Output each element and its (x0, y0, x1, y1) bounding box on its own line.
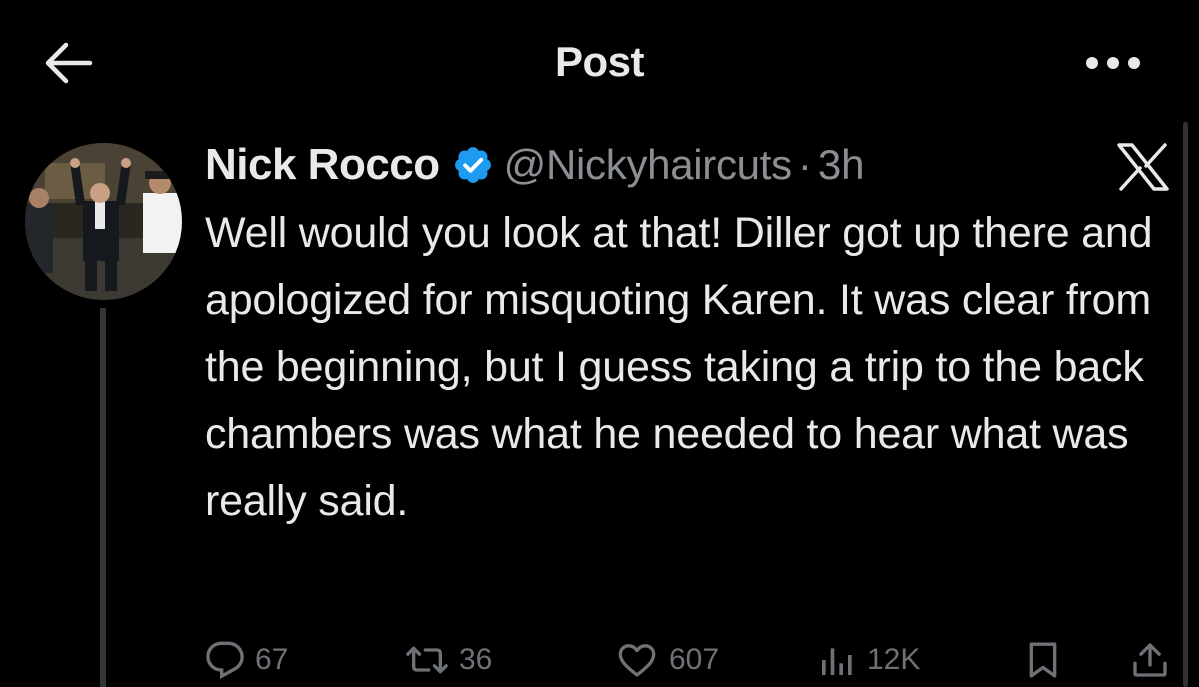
avatar-photo (25, 143, 182, 300)
tweet[interactable]: Nick Rocco @Nickyhaircuts · 3h Well woul… (205, 132, 1175, 535)
view-count: 12K (867, 643, 921, 676)
reply-icon (206, 641, 244, 679)
tweet-text: Well would you look at that! Diller got … (205, 209, 1153, 525)
post-screen: Post Nick Rocco @Nickyhaircuts · 3h Well… (0, 0, 1199, 687)
page-title: Post (554, 38, 645, 85)
like-count: 607 (669, 643, 720, 676)
heart-icon (618, 644, 656, 677)
bookmark-button[interactable] (1025, 633, 1061, 687)
reply-count: 67 (255, 643, 289, 676)
views-chart-icon (822, 648, 852, 675)
repost-button[interactable]: 36 (405, 633, 492, 687)
reply-button[interactable]: 67 (205, 633, 288, 687)
like-button[interactable]: 607 (615, 633, 719, 687)
x-logo-button[interactable] (1115, 142, 1171, 192)
share-icon (1133, 643, 1167, 677)
repost-icon (406, 646, 448, 674)
bookmark-icon (1029, 642, 1057, 678)
views-button[interactable]: 12K (817, 633, 920, 687)
post-time[interactable]: 3h (818, 141, 865, 189)
repost-count: 36 (459, 643, 493, 676)
user-handle[interactable]: @Nickyhaircuts (504, 141, 792, 189)
scrollbar[interactable] (1183, 122, 1188, 687)
more-options-button[interactable] (1078, 38, 1148, 88)
avatar[interactable] (25, 143, 182, 300)
x-logo-icon (1117, 143, 1169, 191)
action-bar: 67 36 607 12K (205, 633, 1170, 687)
verified-badge-icon (452, 144, 494, 186)
display-name[interactable]: Nick Rocco (205, 140, 440, 190)
tweet-header: Nick Rocco @Nickyhaircuts · 3h (205, 132, 1175, 198)
separator-dot: · (797, 141, 812, 188)
more-dots-icon (1086, 57, 1140, 69)
share-button[interactable] (1130, 633, 1170, 687)
top-bar: Post (0, 0, 1199, 120)
thread-line (100, 308, 106, 687)
